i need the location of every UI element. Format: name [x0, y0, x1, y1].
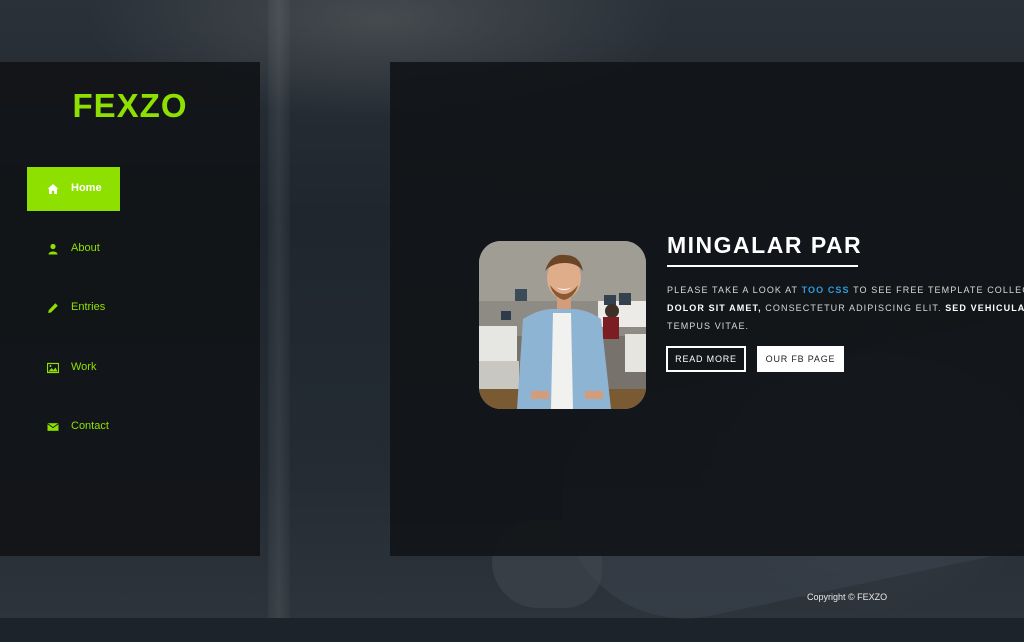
desc-bold-2: Sed vehicula bi	[945, 303, 1024, 313]
nav-label-about: About	[71, 241, 100, 254]
footer-copyright: Copyright © FEXZO	[807, 592, 888, 602]
too-css-link[interactable]: Too CSS	[802, 285, 850, 295]
nav-item-contact[interactable]: Contact	[27, 405, 120, 449]
desc-mid-2: consectetur adipiscing elit.	[761, 303, 946, 313]
heading-underline	[667, 265, 858, 267]
nav-item-work[interactable]: Work	[27, 346, 120, 390]
nav-label-home: Home	[71, 182, 102, 194]
image-icon	[47, 362, 59, 373]
nav-label-entries: Entries	[71, 301, 106, 313]
desc-prefix: Please take a look at	[667, 285, 802, 295]
envelope-icon	[47, 423, 59, 431]
fb-page-button[interactable]: OUR FB PAGE	[757, 346, 844, 372]
hero-heading: MINGALAR PAR	[667, 232, 863, 258]
home-icon	[47, 184, 59, 194]
nav-item-home[interactable]: Home	[27, 167, 120, 211]
desc-mid: to see free template collectio	[853, 285, 1024, 295]
nav-item-entries[interactable]: Entries	[27, 286, 120, 330]
pencil-icon	[48, 303, 58, 313]
desc-end: tempus vitae.	[667, 321, 750, 331]
hero-description: Please take a look at Too CSS to see fre…	[667, 281, 1024, 335]
sidebar: FEXZO Home About Entries Work Contact	[0, 62, 260, 556]
read-more-button[interactable]: READ MORE	[666, 346, 746, 372]
sidebar-nav: Home About Entries Work Contact	[27, 167, 237, 465]
logo[interactable]: FEXZO	[0, 86, 260, 126]
user-icon	[48, 243, 58, 254]
nav-label-work: Work	[71, 360, 97, 373]
desc-bold-1: dolor sit amet,	[667, 303, 762, 313]
nav-item-about[interactable]: About	[27, 227, 120, 271]
profile-photo	[479, 241, 646, 409]
background-post	[268, 0, 290, 618]
main-panel: MINGALAR PAR Please take a look at Too C…	[390, 62, 1024, 556]
nav-label-contact: Contact	[71, 420, 109, 432]
